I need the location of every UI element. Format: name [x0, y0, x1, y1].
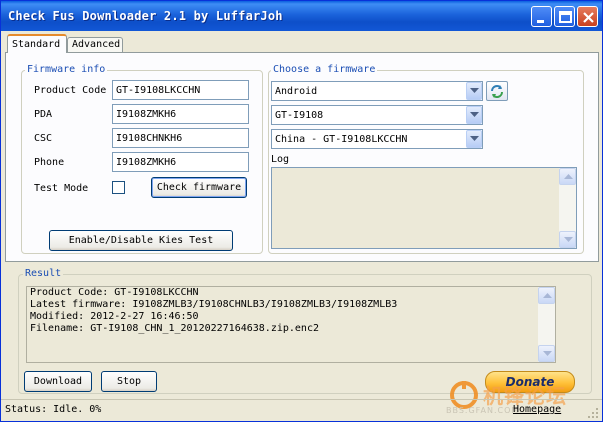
choose-firmware-label: Choose a firmware: [271, 64, 378, 75]
status-text: Status: Idle. 0%: [5, 404, 102, 415]
watermark-sub: BBS.GFAN.COM: [446, 406, 520, 415]
chevron-down-icon: [470, 112, 479, 117]
result-line: Modified: 2012-2-27 16:46:50: [30, 311, 199, 322]
kies-test-button[interactable]: Enable/Disable Kies Test: [49, 230, 233, 251]
result-scroll-down[interactable]: [538, 345, 555, 362]
status-bar: Status: Idle. 0% BBS.GFAN.COM Homepage: [1, 399, 602, 421]
refresh-button[interactable]: [486, 81, 508, 101]
chevron-up-icon: [564, 174, 573, 179]
resize-grip-icon[interactable]: [587, 407, 599, 419]
model-select[interactable]: GT-I9108: [271, 105, 483, 125]
pda-field[interactable]: I9108ZMKH6: [112, 104, 249, 124]
log-label: Log: [271, 154, 290, 165]
refresh-icon: [491, 85, 503, 98]
region-select-value: China - GT-I9108LKCCHN: [275, 134, 408, 145]
csc-label: CSC: [34, 133, 53, 144]
result-scroll-up[interactable]: [538, 287, 555, 304]
product-code-label: Product Code: [34, 85, 107, 96]
chevron-down-icon: [470, 136, 479, 141]
csc-field[interactable]: I9108CHNKH6: [112, 128, 249, 148]
test-mode-label: Test Mode: [34, 183, 89, 194]
os-select[interactable]: Android: [271, 81, 483, 101]
homepage-link[interactable]: Homepage: [513, 404, 561, 415]
minimize-button[interactable]: [531, 6, 552, 27]
maximize-button[interactable]: [554, 6, 575, 27]
log-scroll-up[interactable]: [559, 168, 576, 185]
result-scrollbar[interactable]: [538, 287, 555, 362]
result-label: Result: [23, 268, 64, 279]
log-scrollbar[interactable]: [559, 168, 576, 248]
result-line: Product Code: GT-I9108LKCCHN: [30, 287, 199, 298]
result-textarea[interactable]: Product Code: GT-I9108LKCCHN Latest firm…: [26, 286, 556, 363]
model-select-dropdown[interactable]: [466, 106, 482, 124]
product-code-field[interactable]: GT-I9108LKCCHN: [112, 80, 249, 100]
region-select[interactable]: China - GT-I9108LKCCHN: [271, 129, 483, 149]
check-firmware-button[interactable]: Check firmware: [151, 177, 247, 198]
test-mode-checkbox[interactable]: [112, 181, 125, 194]
download-button[interactable]: Download: [24, 371, 92, 392]
tab-standard[interactable]: Standard: [7, 34, 67, 53]
tab-standard-label: Standard: [12, 39, 61, 50]
result-line: Latest firmware: I9108ZMLB3/I9108CHNLB3/…: [30, 299, 398, 310]
phone-field[interactable]: I9108ZMKH6: [112, 152, 249, 172]
chevron-up-icon: [543, 293, 552, 298]
window-title: Check Fus Downloader 2.1 by LuffarJoh: [8, 9, 283, 23]
phone-label: Phone: [34, 157, 65, 168]
title-bar[interactable]: Check Fus Downloader 2.1 by LuffarJoh: [1, 1, 602, 31]
close-button[interactable]: [577, 6, 598, 27]
tab-advanced[interactable]: Advanced: [67, 37, 123, 53]
firmware-info-label: Firmware info: [25, 64, 108, 75]
minimize-icon: [537, 20, 544, 23]
log-textarea[interactable]: [271, 167, 577, 249]
pda-label: PDA: [34, 109, 53, 120]
log-scroll-down[interactable]: [559, 231, 576, 248]
chevron-down-icon: [470, 88, 479, 93]
maximize-icon: [559, 11, 572, 23]
model-select-value: GT-I9108: [275, 110, 324, 121]
tab-panel-standard: Firmware info Product Code GT-I9108LKCCH…: [5, 52, 599, 262]
os-select-value: Android: [275, 86, 318, 97]
chevron-down-icon: [564, 237, 573, 242]
tab-advanced-label: Advanced: [72, 39, 121, 50]
region-select-dropdown[interactable]: [466, 130, 482, 148]
chevron-down-icon: [543, 351, 552, 356]
result-line: Filename: GT-I9108_CHN_1_20120227164638.…: [30, 323, 319, 334]
os-select-dropdown[interactable]: [466, 82, 482, 100]
close-icon: [583, 12, 594, 23]
app-window: Check Fus Downloader 2.1 by LuffarJoh St…: [0, 0, 603, 422]
stop-button[interactable]: Stop: [101, 371, 157, 392]
